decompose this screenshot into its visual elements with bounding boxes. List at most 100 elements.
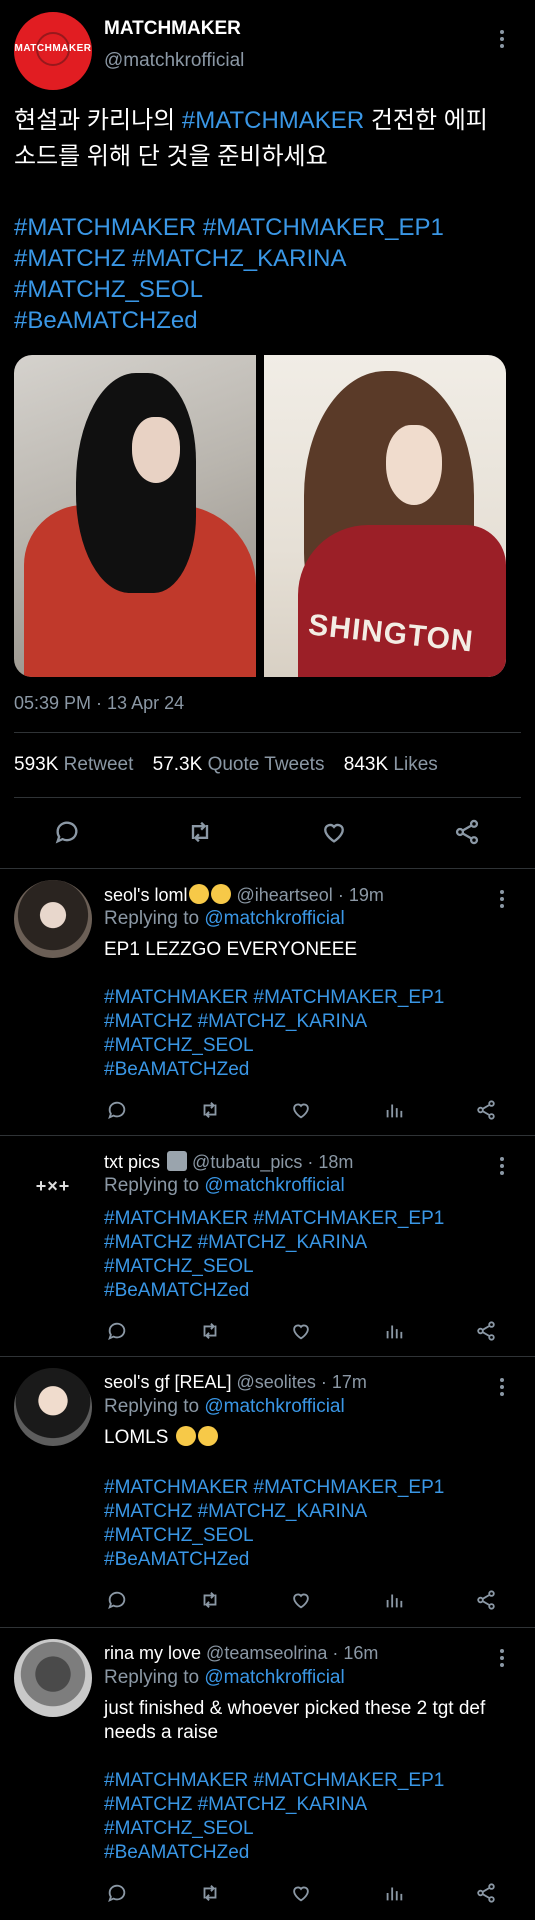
- hashtag-link[interactable]: #MATCHZ_SEOL: [14, 274, 524, 305]
- timestamp: 05:39 PM · 13 Apr 24: [14, 693, 185, 713]
- replying-label: Replying to: [104, 1175, 205, 1196]
- mention-link[interactable]: @matchkrofficial: [204, 908, 344, 929]
- author-handle[interactable]: @seolites: [237, 1372, 316, 1392]
- reply-icon[interactable]: [50, 815, 84, 849]
- action-bar: [0, 1096, 535, 1126]
- more-icon[interactable]: [500, 890, 504, 911]
- reply-icon[interactable]: [103, 1317, 131, 1345]
- author-name[interactable]: rina my love: [104, 1643, 201, 1663]
- hashtag-link[interactable]: #BeAMATCHZed: [104, 1841, 524, 1865]
- author-handle[interactable]: @matchkrofficial: [104, 50, 244, 72]
- photo-right[interactable]: SHINGTON: [264, 355, 506, 677]
- reply-tweet[interactable]: +×+ txt pics @tubatu_pics · 18m Replying…: [0, 1137, 535, 1355]
- hashtag-link[interactable]: #BeAMATCHZed: [14, 305, 524, 336]
- mention-link[interactable]: @matchkrofficial: [204, 1667, 344, 1688]
- hashtag-link[interactable]: #MATCHZ_SEOL: [104, 1255, 524, 1279]
- reply-tweet[interactable]: rina my love @teamseolrina · 16m Replyin…: [0, 1629, 535, 1920]
- hashtag-link[interactable]: #MATCHMAKER #MATCHMAKER_EP1: [104, 1476, 524, 1500]
- hashtag-link[interactable]: #MATCHMAKER #MATCHMAKER_EP1: [104, 986, 524, 1010]
- tweet-text: 현설과 카리나의 #MATCHMAKER 건전한 에피 소드를 위해 단 것을 …: [14, 103, 524, 175]
- more-icon[interactable]: [500, 1649, 504, 1670]
- smiling-hearts-emoji-icon: [197, 1426, 218, 1446]
- hashtag-link[interactable]: #MATCHZ #MATCHZ_KARINA: [104, 1231, 524, 1255]
- avatar[interactable]: [14, 1639, 92, 1717]
- reply-tweet[interactable]: seol's loml @iheartseol · 19m Replying t…: [0, 870, 535, 1134]
- like-icon[interactable]: [287, 1317, 315, 1345]
- like-icon[interactable]: [287, 1879, 315, 1907]
- reply-time: · 18m: [307, 1152, 354, 1172]
- hashtag-list: #MATCHMAKER #MATCHMAKER_EP1 #MATCHZ #MAT…: [104, 1769, 524, 1865]
- views-icon[interactable]: [380, 1586, 408, 1614]
- views-icon[interactable]: [380, 1096, 408, 1124]
- reply-icon[interactable]: [103, 1096, 131, 1124]
- hashtag-link[interactable]: #MATCHZ_SEOL: [104, 1817, 524, 1841]
- mention-link[interactable]: @matchkrofficial: [204, 1175, 344, 1196]
- face-shape: [132, 417, 180, 483]
- hashtag-link[interactable]: #MATCHMAKER #MATCHMAKER_EP1: [104, 1769, 524, 1793]
- divider: [0, 1356, 535, 1357]
- more-icon[interactable]: [500, 1378, 504, 1399]
- reply-tweet[interactable]: seol's gf [REAL] @seolites · 17m Replyin…: [0, 1358, 535, 1626]
- divider: [0, 1135, 535, 1136]
- like-icon[interactable]: [317, 815, 351, 849]
- share-icon[interactable]: [472, 1096, 500, 1124]
- reply-header: rina my love @teamseolrina · 16m: [104, 1643, 378, 1664]
- share-icon[interactable]: [472, 1317, 500, 1345]
- author-name[interactable]: seol's gf [REAL]: [104, 1372, 232, 1392]
- more-icon[interactable]: [500, 1157, 504, 1178]
- stat-label: Likes: [393, 754, 438, 775]
- mention-link[interactable]: @matchkrofficial: [204, 1396, 344, 1417]
- reply-icon[interactable]: [103, 1879, 131, 1907]
- avatar[interactable]: +×+: [14, 1147, 92, 1225]
- views-icon[interactable]: [380, 1317, 408, 1345]
- avatar[interactable]: MATCHMAKER: [14, 12, 92, 90]
- hashtag-link[interactable]: #MATCHMAKER: [182, 107, 364, 134]
- more-icon[interactable]: [500, 30, 504, 51]
- retweet-icon[interactable]: [196, 1879, 224, 1907]
- author-name[interactable]: txt pics: [104, 1152, 160, 1172]
- avatar[interactable]: [14, 880, 92, 958]
- stat-label: Retweet: [63, 754, 134, 775]
- retweet-icon[interactable]: [196, 1096, 224, 1124]
- stat-value: 57.3K: [152, 754, 203, 775]
- retweet-icon[interactable]: [196, 1317, 224, 1345]
- author-name[interactable]: MATCHMAKER: [104, 18, 241, 40]
- action-bar: [0, 1586, 535, 1616]
- hashtag-link[interactable]: #BeAMATCHZed: [104, 1058, 524, 1082]
- hashtag-link[interactable]: #MATCHMAKER #MATCHMAKER_EP1: [104, 1207, 524, 1231]
- author-name[interactable]: seol's loml: [104, 885, 187, 905]
- action-bar: [0, 1317, 535, 1347]
- share-icon[interactable]: [472, 1586, 500, 1614]
- hashtag-link[interactable]: #MATCHZ_SEOL: [104, 1524, 524, 1548]
- author-handle[interactable]: @iheartseol: [236, 885, 332, 905]
- hashtag-list: #MATCHMAKER #MATCHMAKER_EP1 #MATCHZ #MAT…: [104, 1207, 524, 1303]
- retweet-stat[interactable]: 593K Retweet: [14, 754, 133, 775]
- retweet-icon[interactable]: [196, 1586, 224, 1614]
- avatar[interactable]: [14, 1368, 92, 1446]
- hashtag-link[interactable]: #MATCHMAKER #MATCHMAKER_EP1: [14, 212, 524, 243]
- hashtag-list: #MATCHMAKER #MATCHMAKER_EP1 #MATCHZ #MAT…: [104, 986, 524, 1082]
- hashtag-link[interactable]: #MATCHZ_SEOL: [104, 1034, 524, 1058]
- hashtag-link[interactable]: #MATCHZ #MATCHZ_KARINA: [104, 1500, 524, 1524]
- hashtag-link[interactable]: #BeAMATCHZed: [104, 1548, 524, 1572]
- hashtag-link[interactable]: #MATCHZ #MATCHZ_KARINA: [104, 1793, 524, 1817]
- tweet-text-part: 소드를 위해 단 것을 준비하세요: [14, 143, 328, 170]
- hashtag-link[interactable]: #MATCHZ #MATCHZ_KARINA: [104, 1010, 524, 1034]
- like-icon[interactable]: [287, 1586, 315, 1614]
- reply-icon[interactable]: [103, 1586, 131, 1614]
- likes-stat[interactable]: 843K Likes: [344, 754, 438, 775]
- share-icon[interactable]: [472, 1879, 500, 1907]
- hashtag-link[interactable]: #BeAMATCHZed: [104, 1279, 524, 1303]
- retweet-icon[interactable]: [183, 815, 217, 849]
- camera-emoji-icon: [167, 1151, 188, 1171]
- author-handle[interactable]: @tubatu_pics: [192, 1152, 302, 1172]
- divider: [14, 797, 521, 798]
- photo-left[interactable]: [14, 355, 256, 677]
- hashtag-link[interactable]: #MATCHZ #MATCHZ_KARINA: [14, 243, 524, 274]
- share-icon[interactable]: [450, 815, 484, 849]
- views-icon[interactable]: [380, 1879, 408, 1907]
- like-icon[interactable]: [287, 1096, 315, 1124]
- reply-text-line: just finished & whoever picked these 2 t…: [104, 1698, 486, 1719]
- quote-stat[interactable]: 57.3K Quote Tweets: [153, 754, 325, 775]
- author-handle[interactable]: @teamseolrina: [206, 1643, 327, 1663]
